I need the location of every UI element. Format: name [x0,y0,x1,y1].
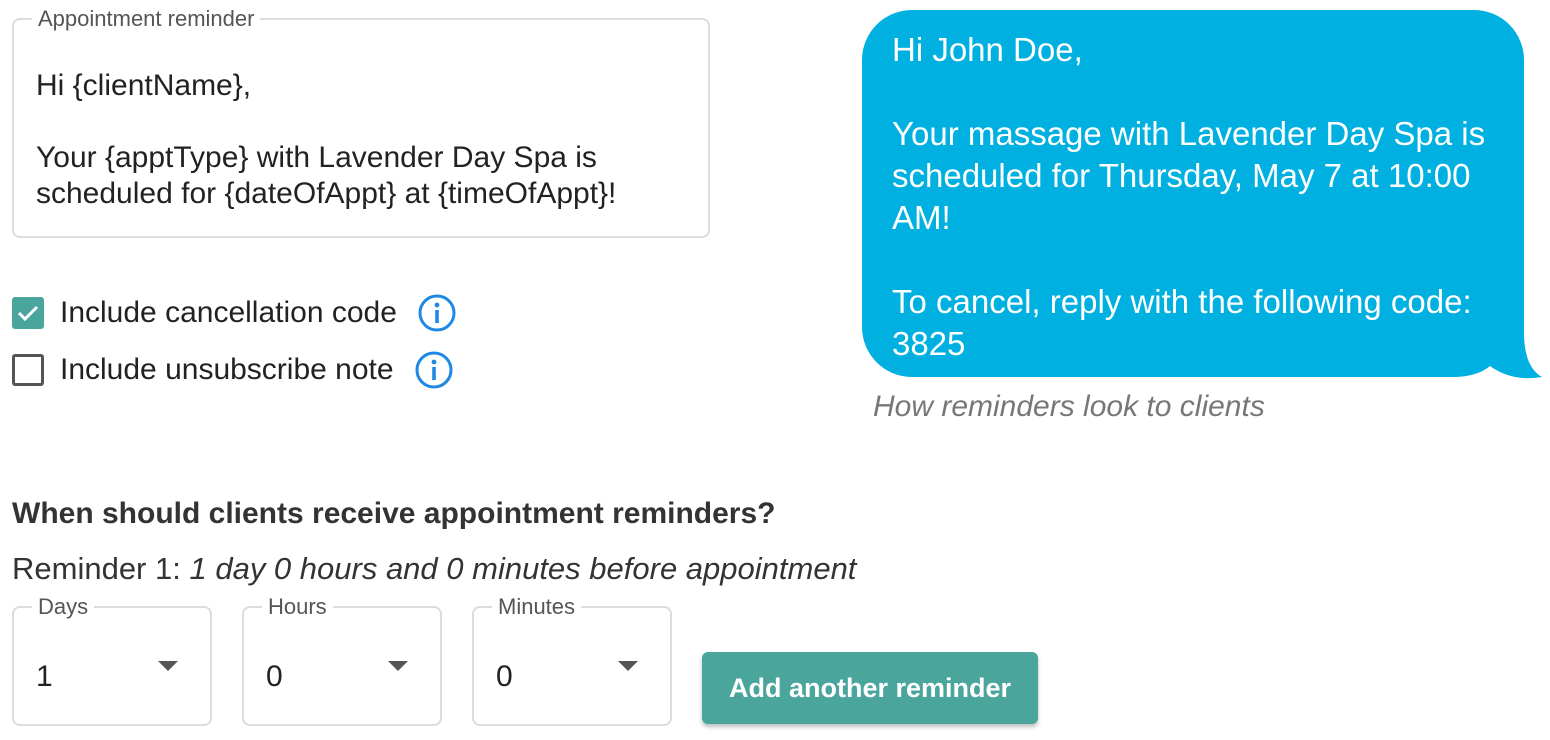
minutes-label: Minutes [492,596,582,618]
minutes-select[interactable]: Minutes 0 [472,596,672,726]
days-select[interactable]: Days 1 [12,596,212,726]
message-preview-bubble: Hi John Doe, Your massage with Lavender … [862,10,1542,380]
days-label: Days [32,596,95,618]
reminder-summary: Reminder 1: 1 day 0 hours and 0 minutes … [12,551,856,587]
hours-label: Hours [262,596,333,618]
dropdown-arrow-icon [388,661,408,671]
schedule-heading: When should clients receive appointment … [12,497,776,530]
reminder-template-field[interactable]: Appointment reminder Hi {clientName}, Yo… [12,8,710,238]
template-textarea[interactable]: Hi {clientName}, Your {apptType} with La… [36,68,688,212]
checkbox-unchecked[interactable] [12,354,44,386]
dropdown-arrow-icon [158,661,178,671]
hours-select[interactable]: Hours 0 [242,596,442,726]
info-icon[interactable] [414,350,454,390]
option-label: Include cancellation code [60,296,397,329]
dropdown-arrow-icon [618,661,638,671]
preview-message-text: Hi John Doe, Your massage with Lavender … [892,31,1486,362]
days-value: 1 [36,660,53,693]
checkbox-checked[interactable] [12,297,44,329]
add-reminder-button[interactable]: Add another reminder [702,652,1038,724]
option-cancellation-code[interactable]: Include cancellation code [12,293,457,333]
reminder-summary-text: 1 day 0 hours and 0 minutes before appoi… [189,551,857,586]
preview-caption: How reminders look to clients [873,390,1265,423]
hours-value: 0 [266,660,283,693]
option-label: Include unsubscribe note [60,353,394,386]
option-unsubscribe-note[interactable]: Include unsubscribe note [12,350,454,390]
info-icon[interactable] [417,293,457,333]
reminder-label: Reminder 1: [12,551,181,586]
minutes-value: 0 [496,660,513,693]
template-legend: Appointment reminder [32,8,261,30]
